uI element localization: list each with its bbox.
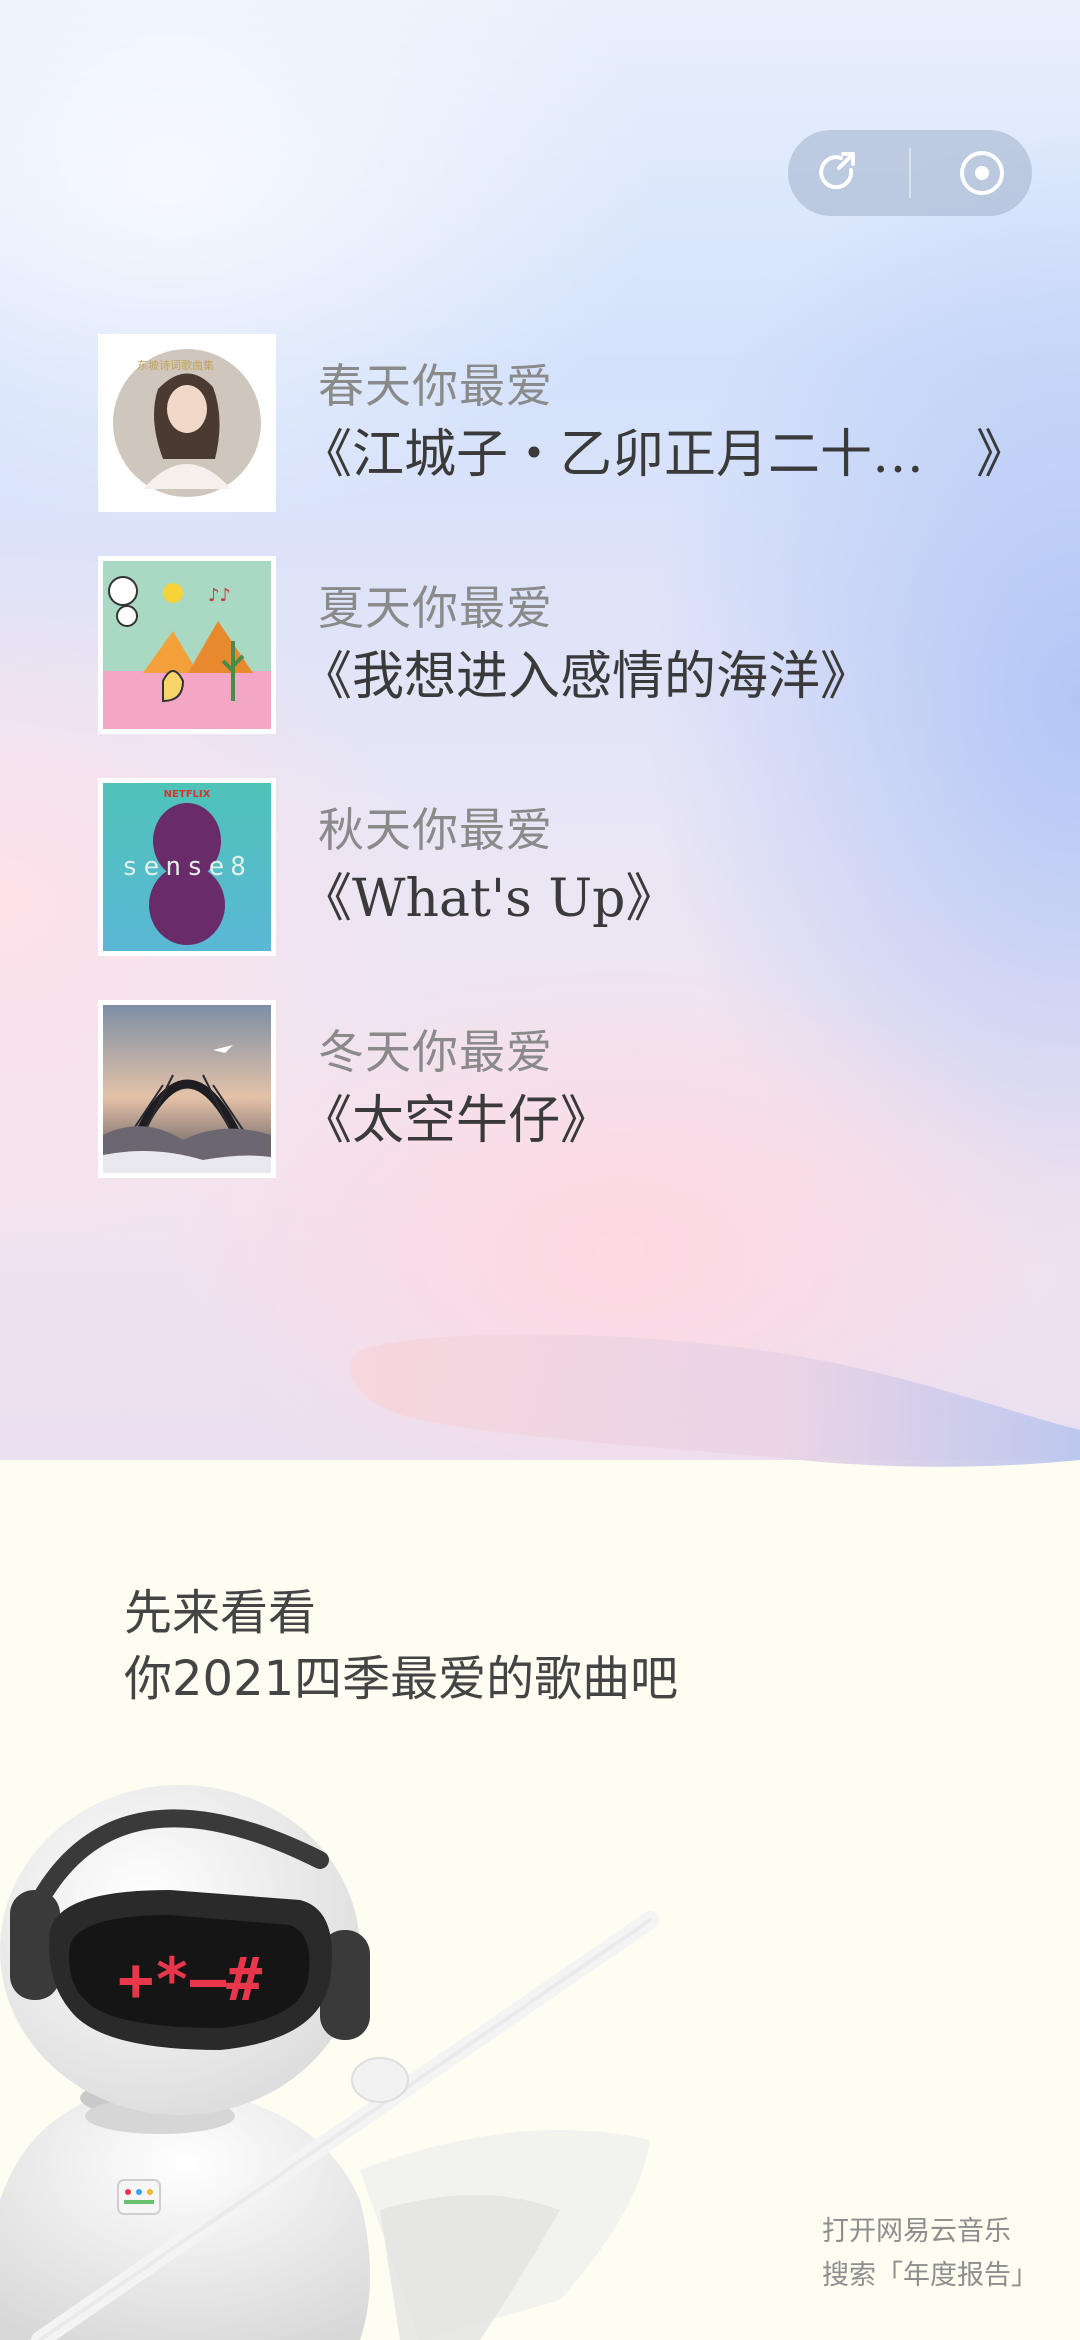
album-cover-spring: 东坡诗词歌曲集 [98,334,276,512]
robot-visor-text: +*—# [118,1945,263,2015]
svg-text:♪♪: ♪♪ [208,585,231,606]
season-label: 春天你最爱 [318,359,553,413]
album-word-text: sense8 [122,852,252,882]
footer-hint: 打开网易云音乐 搜索「年度报告」 [822,2210,1038,2298]
robot-illustration: +*—# [0,1785,659,2340]
capsule-separator [908,148,911,198]
song-title: 《太空牛仔》 [300,1091,613,1151]
album-cover-autumn: NETFLIX sense8 [98,778,276,956]
intro-line-1: 先来看看 [124,1585,317,1641]
mini-program-capsule [788,130,1032,216]
album-cover-winter [98,1000,276,1178]
album-badge-text: 东坡诗词歌曲集 [137,358,214,372]
netflix-label: NETFLIX [164,789,211,800]
share-icon[interactable] [808,143,868,203]
album-cover-summer: ♪♪ [98,556,276,734]
song-title: 《What's Up》 [300,869,678,929]
song-item-winter[interactable]: 冬天你最爱 《太空牛仔》 [98,1000,998,1178]
song-item-spring[interactable]: 东坡诗词歌曲集 春天你最爱 《江城子・乙卯正月二十… 》 [98,334,1028,512]
footer-line-1: 打开网易云音乐 [822,2216,1011,2247]
song-item-summer[interactable]: ♪♪ 夏天你最爱 《我想进入感情的海洋》 [98,556,998,734]
footer-line-2: 搜索「年度报告」 [822,2260,1038,2291]
record-icon[interactable] [952,143,1012,203]
song-title: 《我想进入感情的海洋》 [300,647,873,707]
season-label: 秋天你最爱 [318,803,553,857]
song-title: 《江城子・乙卯正月二十… 》 [300,425,1029,485]
intro-line-2: 你2021四季最爱的歌曲吧 [124,1651,679,1707]
season-label: 夏天你最爱 [318,581,553,635]
cloud-divider [351,1334,1080,1467]
season-label: 冬天你最爱 [318,1025,553,1079]
intro-text: 先来看看 你2021四季最爱的歌曲吧 [124,1580,678,1712]
song-item-autumn[interactable]: NETFLIX sense8 秋天你最爱 《What's Up》 [98,778,998,956]
